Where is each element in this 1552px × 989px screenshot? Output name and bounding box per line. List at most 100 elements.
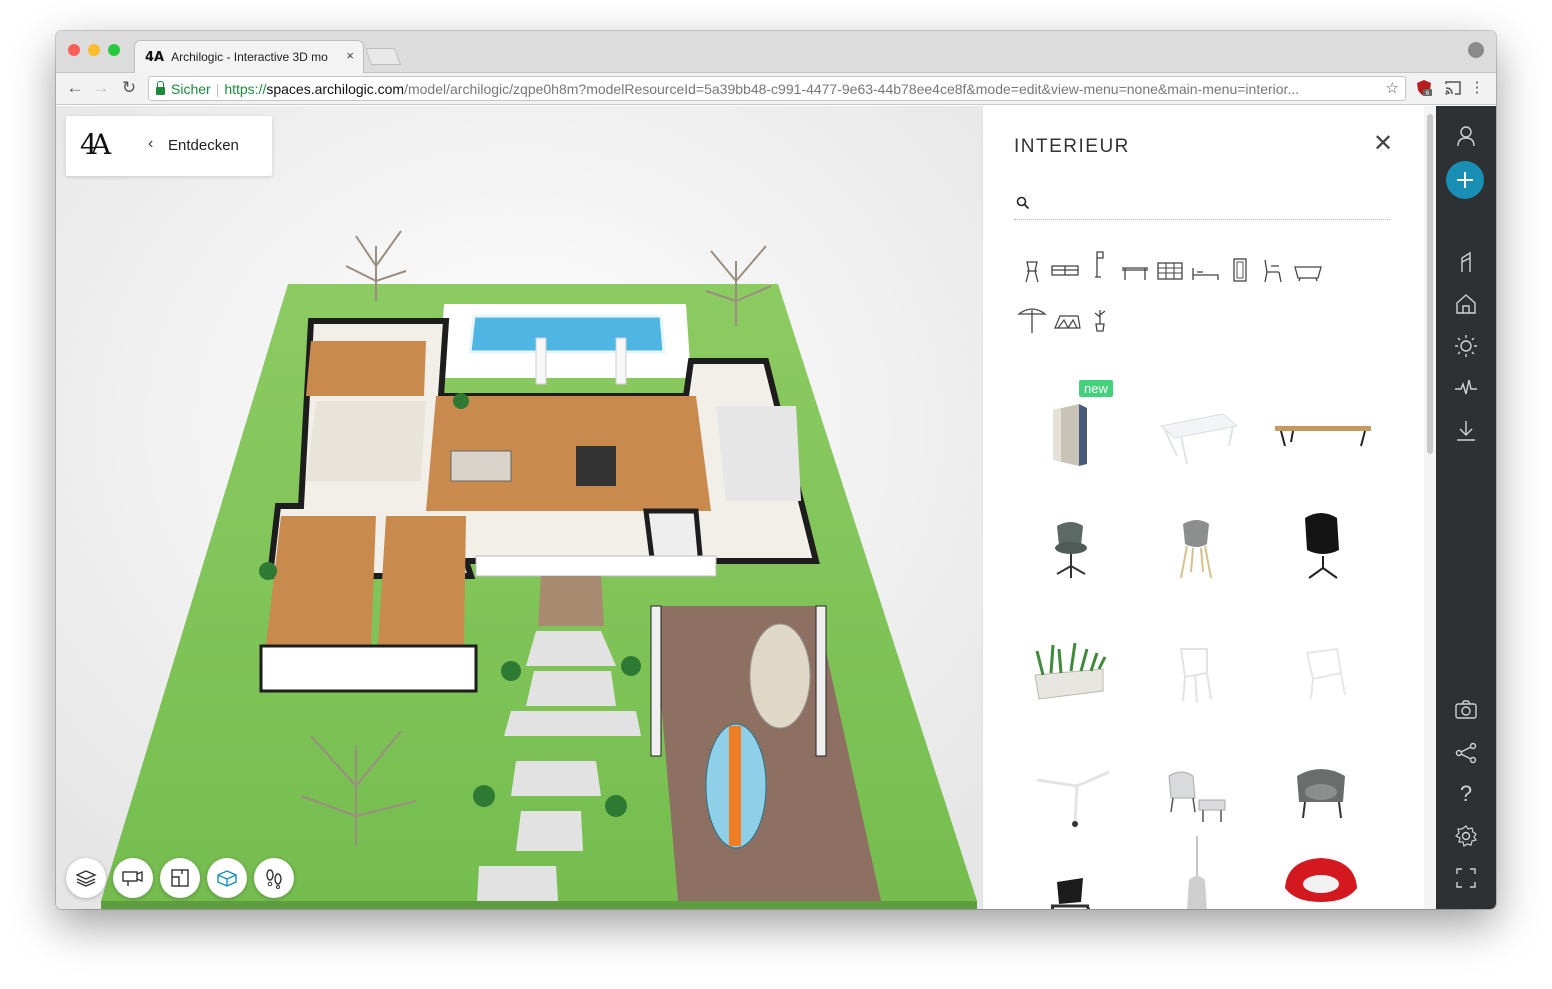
shelf-icon[interactable]: [1155, 256, 1185, 286]
help-icon[interactable]: ?: [1454, 782, 1478, 806]
add-button[interactable]: [1446, 161, 1484, 199]
activity-icon[interactable]: [1454, 376, 1478, 400]
url-scheme: https://: [224, 80, 267, 97]
bookmark-star-icon[interactable]: ☆: [1386, 79, 1399, 97]
lamp-icon[interactable]: [1085, 248, 1115, 278]
extension-shield-icon[interactable]: 6: [1415, 79, 1433, 97]
floorplan-view-button[interactable]: [160, 858, 200, 898]
pool: [468, 314, 666, 354]
catalog-item-white-wire-chair-low[interactable]: [1267, 619, 1377, 729]
maximize-window-button[interactable]: [108, 44, 120, 56]
minimize-window-button[interactable]: [88, 44, 100, 56]
floorplan-icon: [171, 869, 189, 887]
back-arrow-icon[interactable]: ←: [64, 77, 86, 99]
mirror-icon[interactable]: [1225, 256, 1255, 286]
catalog-item-red-egg-chair[interactable]: [1267, 852, 1377, 909]
browser-menu-icon[interactable]: ⋮: [1466, 77, 1488, 99]
table-icon[interactable]: [1120, 256, 1150, 286]
rug-icon[interactable]: [1052, 304, 1082, 334]
catalog-item-glass-table[interactable]: [1141, 374, 1251, 484]
light-sun-icon[interactable]: [1454, 334, 1478, 358]
right-toolbar: ?: [1436, 106, 1496, 909]
tab-favicon-icon: 4A: [145, 49, 165, 65]
catalog-item-black-lounge-chair[interactable]: [1267, 496, 1377, 606]
grey-armchair-thumbnail: [1297, 769, 1345, 819]
walk-footsteps-icon: [266, 869, 282, 889]
bathtub-icon[interactable]: [1293, 256, 1323, 286]
chevron-left-icon[interactable]: ‹: [148, 135, 153, 153]
bedroom-floor-left: [266, 516, 376, 646]
plant-icon[interactable]: [1085, 304, 1115, 334]
camera-view-button[interactable]: [113, 858, 153, 898]
fullscreen-icon[interactable]: [1454, 866, 1478, 890]
user-icon[interactable]: [1454, 124, 1478, 148]
white-car: [749, 623, 811, 729]
white-wire-chair-low-thumbnail: [1305, 647, 1346, 700]
secure-label: Sicher: [171, 80, 211, 97]
house-3d-render[interactable]: [56, 106, 982, 909]
browser-tab-active[interactable]: 4A Archilogic - Interactive 3D mo ×: [134, 40, 364, 73]
3d-viewport[interactable]: 4A ‹ Entdecken: [56, 106, 982, 909]
catalog-item-white-wire-chair[interactable]: [1141, 619, 1251, 729]
window-controls: [68, 44, 120, 56]
catalog-item-phone-booth[interactable]: new: [1017, 374, 1127, 484]
armchair-icon[interactable]: [1257, 256, 1287, 286]
parasol-icon[interactable]: [1017, 304, 1047, 334]
home-icon[interactable]: [1454, 292, 1478, 316]
3d-box-icon: [217, 870, 237, 887]
search-field: [1014, 188, 1390, 220]
layers-button[interactable]: [66, 858, 106, 898]
cast-icon[interactable]: [1444, 79, 1462, 97]
wall-tool-icon[interactable]: [1454, 250, 1478, 274]
layers-icon: [75, 870, 97, 887]
bed-icon[interactable]: [1190, 256, 1220, 286]
chair-icon[interactable]: [1017, 256, 1047, 286]
tab-strip: 4A Archilogic - Interactive 3D mo ×: [56, 31, 1496, 73]
profile-icon[interactable]: [1468, 42, 1484, 58]
back-button-label[interactable]: Entdecken: [168, 137, 239, 154]
sofa-icon[interactable]: [1050, 256, 1080, 286]
catalog-item-planter-box[interactable]: [1017, 619, 1127, 729]
pendant-lamp-thumbnail: [1187, 836, 1207, 909]
walk-view-button[interactable]: [254, 858, 294, 898]
catalog-item-pendant-lamp[interactable]: [1141, 836, 1251, 909]
url-separator: |: [215, 80, 220, 97]
3d-view-button[interactable]: [207, 858, 247, 898]
bedroom-floor-right: [378, 516, 466, 646]
camera-icon[interactable]: [1454, 698, 1478, 722]
new-tab-button[interactable]: [364, 48, 402, 65]
catalog-item-grey-shell-chair[interactable]: [1141, 496, 1251, 606]
catalog-item-wood-bench[interactable]: [1267, 374, 1377, 484]
panel-scrollbar[interactable]: [1424, 106, 1436, 909]
wood-bench-thumbnail: [1275, 426, 1371, 447]
reload-icon[interactable]: ↻: [118, 77, 140, 99]
close-icon[interactable]: ✕: [1373, 132, 1393, 156]
search-input[interactable]: [1038, 192, 1378, 214]
download-icon[interactable]: [1454, 419, 1478, 443]
scrollbar-thumb[interactable]: [1427, 114, 1433, 454]
interior-panel: INTERIEUR ✕ new: [982, 106, 1436, 909]
camera-mount-icon: [122, 870, 143, 886]
tab-title: Archilogic - Interactive 3D mo: [171, 50, 328, 64]
white-side-table-thumbnail: [1036, 770, 1110, 827]
glass-table-thumbnail: [1159, 413, 1239, 465]
black-cantilever-chair-thumbnail: [1050, 878, 1091, 909]
red-egg-chair-thumbnail: [1285, 858, 1357, 902]
settings-icon[interactable]: [1454, 824, 1478, 848]
close-window-button[interactable]: [68, 44, 80, 56]
catalog-item-grey-swivel-chair[interactable]: [1017, 496, 1127, 606]
url-path: /model/archilogic/zqpe0h8m?modelResource…: [404, 80, 1300, 97]
planter-box-thumbnail: [1034, 642, 1107, 700]
catalog-item-black-cantilever-chair[interactable]: [1017, 864, 1127, 909]
facade-front: [259, 644, 478, 693]
tab-close-icon[interactable]: ×: [346, 48, 354, 63]
search-icon: [1016, 196, 1030, 210]
address-bar[interactable]: Sicher | https:// spaces.archilogic.com …: [148, 76, 1406, 101]
archilogic-logo[interactable]: 4A: [80, 128, 111, 161]
share-icon[interactable]: [1454, 741, 1478, 765]
forward-arrow-icon[interactable]: →: [90, 77, 112, 99]
white-wire-chair-thumbnail: [1179, 648, 1212, 704]
catalog-item-white-side-table[interactable]: [1017, 742, 1127, 852]
grey-shell-chair-thumbnail: [1180, 520, 1212, 579]
catalog-item-grey-armchair[interactable]: [1267, 742, 1377, 852]
